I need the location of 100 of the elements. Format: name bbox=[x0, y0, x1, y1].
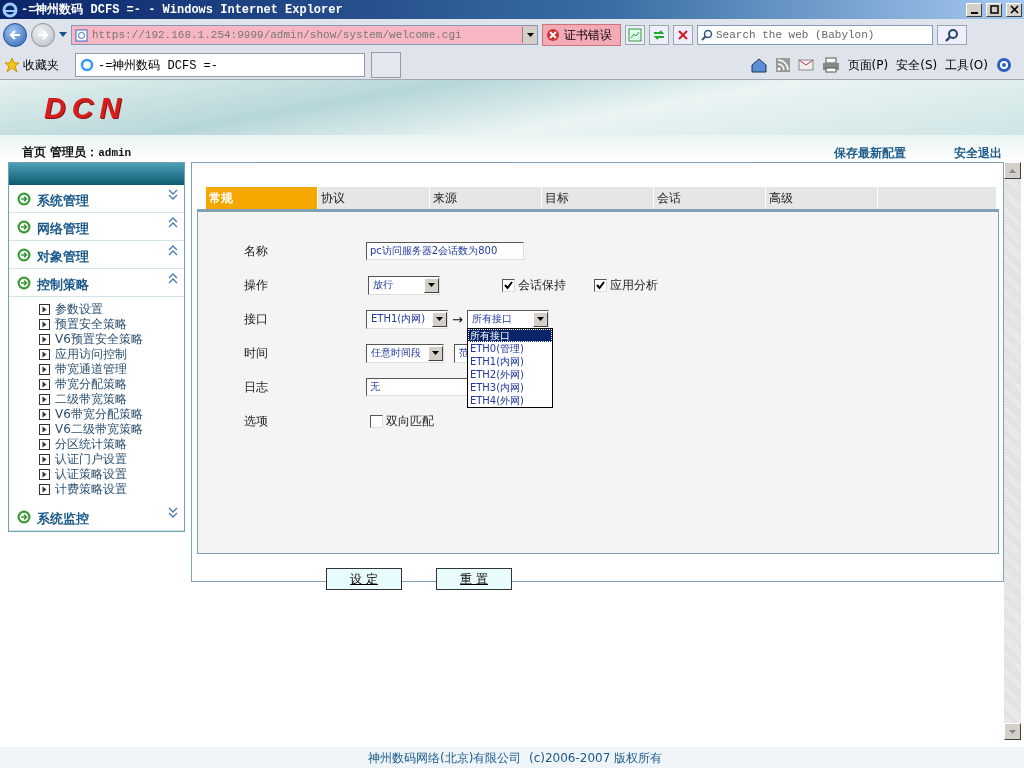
sidebar-subitem[interactable]: 认证门户设置 bbox=[39, 452, 184, 467]
sidebar-subitem[interactable]: V6二级带宽策略 bbox=[39, 422, 184, 437]
form-tab[interactable]: 会话 bbox=[654, 187, 766, 209]
checkbox[interactable] bbox=[594, 278, 607, 292]
time-dropdown[interactable]: 任意时间段 bbox=[366, 343, 444, 363]
user-info: 首页 管理员：admin bbox=[22, 144, 132, 161]
dropdown-option[interactable]: ETH3(内网) bbox=[467, 380, 552, 394]
scrollbar[interactable] bbox=[1004, 162, 1021, 740]
play-box-icon bbox=[39, 319, 50, 330]
mail-icon[interactable] bbox=[797, 59, 814, 71]
error-shield-icon bbox=[546, 28, 560, 42]
sidebar-subitem[interactable]: V6带宽分配策略 bbox=[39, 407, 184, 422]
header-link[interactable]: 安全退出 bbox=[954, 145, 1002, 162]
search-field[interactable]: Search the web (Babylon) bbox=[697, 25, 933, 45]
sidebar-subitem[interactable]: 带宽通道管理 bbox=[39, 362, 184, 377]
sidebar-subitem[interactable]: 计费策略设置 bbox=[39, 482, 184, 497]
checkmark-icon bbox=[596, 280, 605, 290]
refresh-button[interactable] bbox=[649, 25, 669, 45]
caret-up-icon bbox=[1008, 167, 1017, 174]
maximize-icon bbox=[989, 5, 999, 14]
arrow-text: → bbox=[451, 311, 464, 327]
home-icon[interactable] bbox=[749, 57, 768, 73]
field-label: 时间 bbox=[244, 344, 269, 362]
caret-icon bbox=[435, 316, 444, 322]
field-label: 日志 bbox=[244, 378, 269, 396]
sidebar-subitem[interactable]: 认证策略设置 bbox=[39, 467, 184, 482]
sidebar-subitem[interactable]: 带宽分配策略 bbox=[39, 377, 184, 392]
dropdown-option[interactable]: 所有接口 bbox=[467, 328, 552, 342]
copyright-text: 神州数码网络(北京)有限公司 (c)2006-2007 版权所有 bbox=[368, 750, 663, 767]
printer-icon[interactable] bbox=[821, 57, 840, 73]
window-title: -=神州数码 DCFS =- - Windows Internet Explorer bbox=[21, 2, 344, 18]
browser-tab[interactable]: -=神州数码 DCFS =- bbox=[75, 53, 365, 77]
header-link[interactable]: 保存最新配置 bbox=[834, 145, 906, 162]
checkmark-icon bbox=[504, 280, 513, 290]
play-box-icon bbox=[39, 469, 50, 480]
certificate-error-button[interactable]: 证书错误 bbox=[542, 24, 621, 46]
stop-button[interactable] bbox=[673, 25, 693, 45]
collapse-chevron-icon[interactable] bbox=[168, 273, 178, 284]
arrow-left-icon bbox=[9, 29, 21, 41]
log-dropdown[interactable]: 无 bbox=[366, 378, 470, 396]
collapse-chevron-icon[interactable] bbox=[168, 245, 178, 256]
sidebar-item[interactable]: 系统监控 bbox=[9, 503, 184, 531]
form-tab[interactable]: 来源 bbox=[430, 187, 542, 209]
expand-chevron-icon[interactable] bbox=[168, 507, 178, 518]
dropdown-option[interactable]: ETH4(外网) bbox=[467, 393, 552, 407]
sidebar-item[interactable]: 对象管理 bbox=[9, 241, 184, 269]
sidebar-subitem[interactable]: 预置安全策略 bbox=[39, 317, 184, 332]
collapse-chevron-icon[interactable] bbox=[168, 217, 178, 228]
back-button[interactable] bbox=[3, 23, 27, 47]
scroll-down-button[interactable] bbox=[1004, 723, 1021, 740]
forward-button[interactable] bbox=[31, 23, 55, 47]
search-button[interactable] bbox=[937, 25, 967, 45]
expand-chevron-icon[interactable] bbox=[168, 189, 178, 200]
sidebar-item[interactable]: 控制策略 bbox=[9, 269, 184, 297]
arrow-circle-icon bbox=[17, 275, 31, 290]
sidebar-subitem[interactable]: 参数设置 bbox=[39, 302, 184, 317]
checkbox-label: 应用分析 bbox=[610, 276, 658, 294]
caret-icon bbox=[525, 32, 535, 38]
feed-icon[interactable] bbox=[775, 58, 790, 72]
form-button[interactable]: 重 置 bbox=[436, 568, 512, 590]
field-label: 操作 bbox=[244, 276, 269, 294]
dropdown-option[interactable]: ETH2(外网) bbox=[467, 367, 552, 381]
compatibility-icon bbox=[627, 27, 643, 43]
sidebar-subitem[interactable]: 应用访问控制 bbox=[39, 347, 184, 362]
maximize-button[interactable] bbox=[986, 2, 1002, 17]
form-tab[interactable]: 协议 bbox=[318, 187, 430, 209]
form-tab[interactable]: 目标 bbox=[542, 187, 654, 209]
interface-dropdown[interactable]: 所有接口 bbox=[466, 309, 549, 329]
sidebar-subitem[interactable]: V6预置安全策略 bbox=[39, 332, 184, 347]
sidebar-subitem[interactable]: 二级带宽策略 bbox=[39, 392, 184, 407]
checkbox[interactable] bbox=[502, 278, 515, 292]
form-button[interactable]: 设 定 bbox=[326, 568, 402, 590]
sidebar-item[interactable]: 网络管理 bbox=[9, 213, 184, 241]
play-box-icon bbox=[39, 334, 50, 345]
logo: DCN bbox=[44, 90, 127, 125]
interface-dropdown[interactable]: ETH1(内网) bbox=[366, 309, 448, 329]
caret-down-icon bbox=[1008, 728, 1017, 735]
form-tab[interactable]: 高级 bbox=[766, 187, 878, 209]
name-input[interactable]: pc访问服务器2会话数为800 bbox=[366, 242, 524, 260]
command-menu[interactable]: 安全(S) bbox=[896, 56, 938, 74]
checkbox-label: 会话保持 bbox=[518, 276, 566, 294]
sidebar-subitem[interactable]: 分区统计策略 bbox=[39, 437, 184, 452]
arrow-circle-icon bbox=[17, 509, 31, 524]
play-box-icon bbox=[39, 304, 50, 315]
checkbox[interactable] bbox=[370, 414, 383, 428]
arrow-circle-icon bbox=[17, 219, 31, 234]
minimize-button[interactable] bbox=[966, 2, 982, 17]
sidebar-item[interactable]: 系统管理 bbox=[9, 185, 184, 213]
command-menu[interactable]: 页面(P) bbox=[847, 56, 889, 74]
play-box-icon bbox=[39, 349, 50, 360]
play-box-icon bbox=[39, 394, 50, 405]
arrow-circle-icon bbox=[17, 247, 31, 262]
page-icon bbox=[75, 28, 88, 42]
dropdown-icon[interactable] bbox=[59, 32, 67, 38]
command-menu[interactable]: 工具(O) bbox=[945, 56, 988, 74]
action-dropdown[interactable]: 放行 bbox=[368, 275, 440, 295]
scroll-up-button[interactable] bbox=[1004, 162, 1021, 179]
close-button[interactable] bbox=[1006, 2, 1022, 17]
favorites-button[interactable]: 收藏夹 bbox=[4, 56, 69, 74]
search-icon bbox=[945, 28, 959, 42]
